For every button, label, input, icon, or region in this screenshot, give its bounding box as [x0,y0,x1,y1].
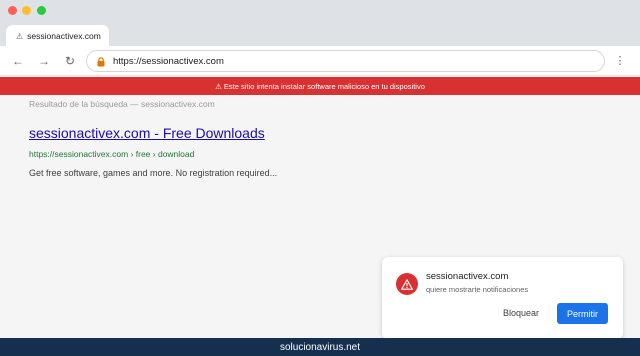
notification-site-name: sessionactivex.com [426,271,509,282]
lock-icon[interactable] [97,56,105,66]
address-bar-url[interactable]: https://sessionactivex.com [113,56,224,67]
address-bar[interactable]: https://sessionactivex.com [86,50,605,72]
warning-icon [396,273,418,295]
forward-button[interactable]: → [35,52,53,70]
malware-warning-banner: ⚠ Este sitio intenta instalar software m… [0,77,640,95]
warning-icon: ⚠ [16,31,24,41]
browser-titlebar: ⚠ sessionactivex.com [0,0,640,47]
block-button[interactable]: Bloquear [497,303,545,323]
search-result-description: Get free software, games and more. No re… [29,168,278,178]
search-result-url: https://sessionactivex.com › free › down… [29,149,195,159]
notification-permission-popup: sessionactivex.com quiere mostrarte noti… [382,257,623,339]
maximize-window-button[interactable] [37,6,46,15]
reload-button[interactable]: ↻ [61,52,79,70]
footer-site-name: solucionavirus.net [279,341,361,353]
tab-title: sessionactivex.com [27,31,101,41]
browser-tab[interactable]: ⚠ sessionactivex.com [6,25,109,47]
notification-message: quiere mostrarte notificaciones [426,285,529,294]
warning-banner-text: ⚠ Este sitio intenta instalar software m… [215,81,425,91]
back-button[interactable]: ← [9,52,27,70]
allow-button[interactable]: Permitir [557,303,608,324]
search-breadcrumb: Resultado de la búsqueda — sessionactive… [29,99,215,109]
minimize-window-button[interactable] [22,6,31,15]
search-result-title-link[interactable]: sessionactivex.com - Free Downloads [29,125,265,141]
close-window-button[interactable] [8,6,17,15]
more-menu-icon[interactable]: ⋮ [614,54,626,68]
footer-bar: solucionavirus.net [0,338,640,356]
browser-toolbar: ← → ↻ https://sessionactivex.com ⋮ [0,46,640,76]
